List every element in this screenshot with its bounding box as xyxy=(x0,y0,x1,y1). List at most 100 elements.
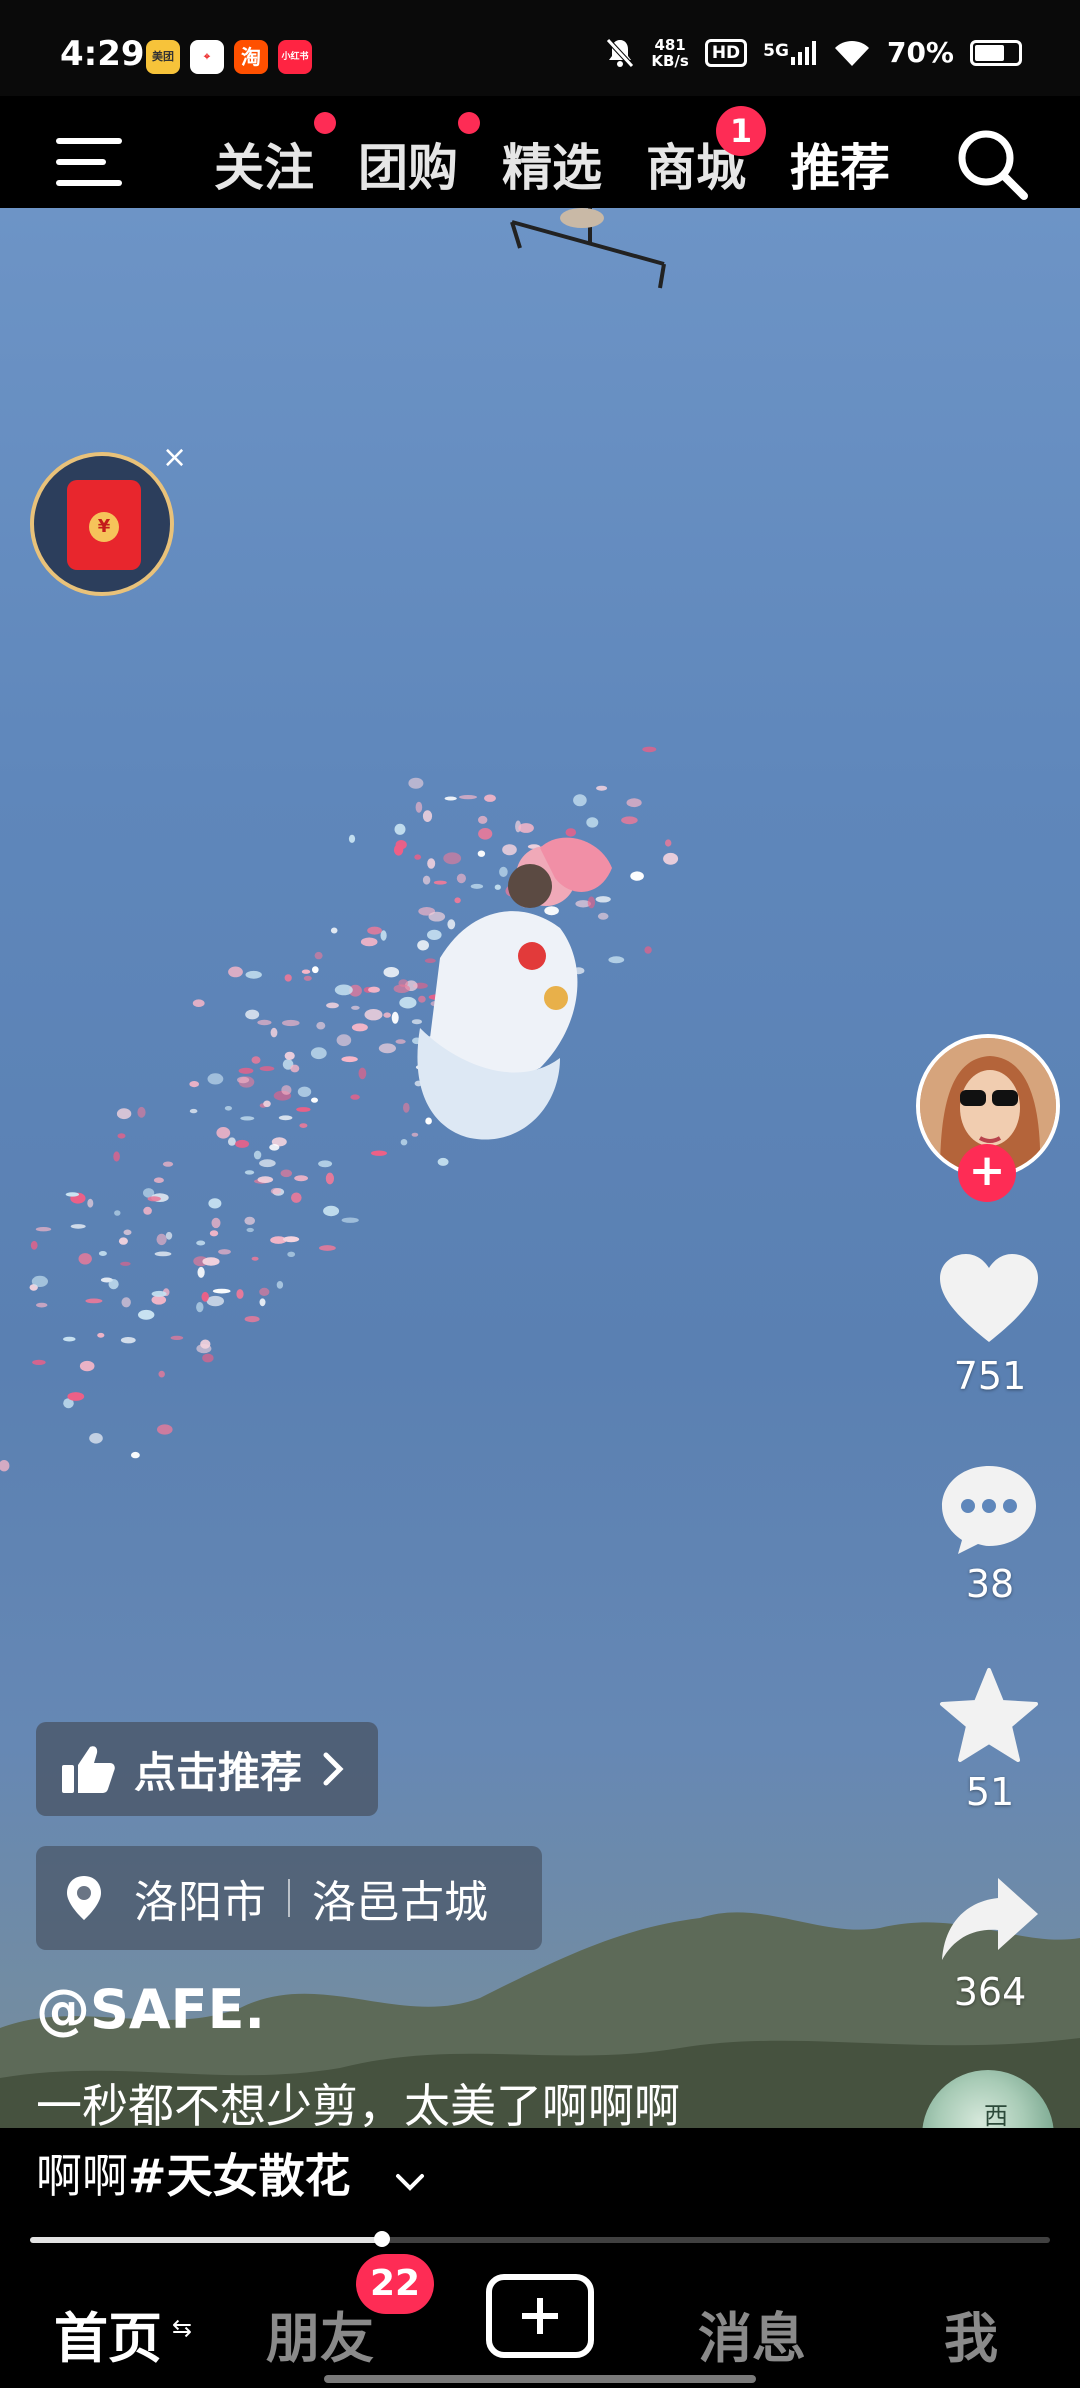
share-arrow-icon[interactable] xyxy=(934,1868,1044,1968)
petal xyxy=(296,1107,311,1112)
network-speed-unit: KB/s xyxy=(651,51,689,70)
petal xyxy=(196,1302,204,1313)
petal xyxy=(478,815,488,824)
petal xyxy=(113,1151,120,1162)
petal xyxy=(325,1172,334,1185)
nav-me[interactable]: 我 xyxy=(944,2294,998,2373)
nav-home[interactable]: 首页 xyxy=(54,2294,162,2373)
petal xyxy=(351,1023,368,1032)
comment-icon[interactable] xyxy=(934,1458,1044,1558)
petal xyxy=(201,1291,209,1302)
petal xyxy=(291,1192,302,1203)
petal xyxy=(323,1205,340,1217)
tab-featured[interactable]: 精选 xyxy=(502,128,602,200)
create-post-button[interactable] xyxy=(486,2274,594,2358)
petal xyxy=(484,794,496,802)
petal xyxy=(131,1451,140,1459)
petal xyxy=(116,1108,132,1120)
petal xyxy=(65,1192,80,1197)
petal xyxy=(280,1169,292,1178)
petal xyxy=(565,828,577,837)
petal xyxy=(208,1198,222,1209)
petal xyxy=(644,946,652,954)
red-packet-close-icon[interactable]: × xyxy=(162,440,187,475)
taobao-icon: 淘 xyxy=(234,40,268,74)
caption-line-2-text: 啊啊 xyxy=(36,2149,128,2203)
petal xyxy=(257,1019,272,1026)
tab-groupbuy[interactable]: 团购 xyxy=(358,128,458,200)
hashtag-link[interactable]: #天女散花 xyxy=(128,2149,351,2203)
petal xyxy=(212,1288,231,1294)
petal xyxy=(98,1251,107,1256)
wifi-icon xyxy=(834,40,869,66)
status-app-icons: 美团 ⌖ 淘 小红书 xyxy=(146,40,312,74)
video-progress-bar[interactable] xyxy=(30,2231,1050,2247)
author-name[interactable]: @SAFE. xyxy=(36,1978,265,2041)
petal xyxy=(108,1279,119,1290)
petal xyxy=(114,1210,121,1216)
petal xyxy=(282,1019,300,1027)
follow-button[interactable]: + xyxy=(958,1144,1016,1202)
petal xyxy=(276,1281,284,1289)
petal xyxy=(478,828,493,840)
tab-mall-badge: 1 xyxy=(716,106,766,156)
signal-indicator: 5G xyxy=(763,40,817,65)
progress-knob[interactable] xyxy=(373,2231,390,2247)
petal xyxy=(202,1353,214,1363)
home-switch-icon: ⇆ xyxy=(172,2314,193,2342)
tab-recommend[interactable]: 推荐 xyxy=(790,128,890,200)
network-speed-value: 481 xyxy=(654,35,686,54)
star-icon[interactable] xyxy=(934,1666,1044,1766)
petal xyxy=(257,1176,274,1183)
nav-friends[interactable]: 朋友 xyxy=(266,2294,374,2373)
tab-groupbuy-dot xyxy=(458,112,480,134)
expand-caption-icon[interactable] xyxy=(390,2162,430,2202)
petal xyxy=(371,1150,387,1156)
petal xyxy=(244,1216,255,1225)
location-separator xyxy=(288,1879,290,1917)
petal xyxy=(209,1230,219,1237)
red-packet-widget[interactable]: ¥ xyxy=(30,452,174,596)
thumbs-up-icon xyxy=(62,1746,115,1793)
petal xyxy=(211,1217,221,1229)
petal xyxy=(394,823,406,835)
petal xyxy=(284,974,292,982)
petal xyxy=(270,1027,278,1038)
petal xyxy=(318,1160,333,1168)
status-time: 4:29 xyxy=(60,34,145,74)
signal-bars-icon xyxy=(790,40,816,65)
menu-icon[interactable] xyxy=(54,134,124,190)
petal xyxy=(117,1133,126,1139)
petal xyxy=(240,1116,255,1121)
petal xyxy=(245,1009,260,1020)
petal xyxy=(587,896,596,909)
petal xyxy=(311,1097,318,1103)
recommend-button[interactable]: 点击推荐 xyxy=(36,1722,378,1816)
mute-bell-icon xyxy=(606,37,635,68)
status-indicators: 481 KB/s HD 5G 70% xyxy=(605,36,1022,69)
heart-icon[interactable] xyxy=(934,1250,1044,1350)
petal xyxy=(263,1100,271,1108)
status-bar: 4:29 美团 ⌖ 淘 小红书 481 KB/s HD 5G 70% xyxy=(0,0,1080,96)
petal xyxy=(170,1335,184,1340)
petal xyxy=(245,970,262,979)
petal xyxy=(433,880,447,885)
petal xyxy=(147,1196,161,1202)
petal xyxy=(319,1245,336,1251)
petal xyxy=(284,1051,295,1060)
petal xyxy=(351,1005,360,1010)
search-icon[interactable] xyxy=(954,126,1030,202)
friends-badge: 22 xyxy=(356,2254,434,2314)
petal xyxy=(425,1117,432,1125)
rig-part xyxy=(560,208,604,228)
tab-follow[interactable]: 关注 xyxy=(214,128,314,200)
petal xyxy=(312,966,319,974)
nav-messages[interactable]: 消息 xyxy=(698,2294,806,2373)
signal-type: 5G xyxy=(763,40,789,61)
caption-line-2: 啊啊#天女散花 xyxy=(36,2140,351,2206)
petal xyxy=(151,1290,167,1297)
petal xyxy=(360,937,378,947)
petal xyxy=(63,1336,76,1342)
location-tag[interactable]: 洛阳市 洛邑古城 xyxy=(36,1846,542,1950)
petal xyxy=(253,1150,262,1160)
